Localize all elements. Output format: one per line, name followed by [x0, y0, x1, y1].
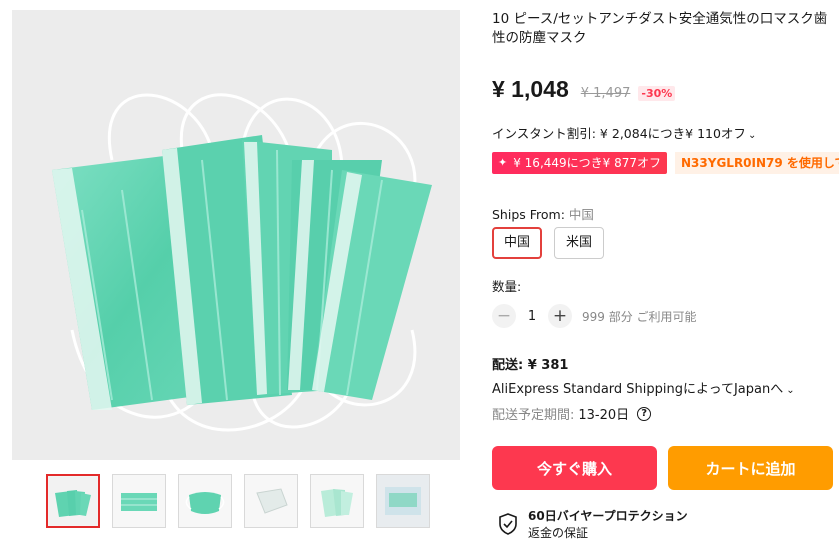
thumbnail-open-mask-icon — [179, 475, 231, 527]
protection-subtitle: 返金の保証 — [528, 526, 589, 540]
price-row: ¥ 1,048 ¥ 1,497 -30% — [492, 76, 676, 103]
protection-text: 60日バイヤープロテクション 返金の保証 — [528, 507, 688, 542]
thumbnail-5[interactable] — [310, 474, 364, 528]
ships-from-label: Ships From: 中国 — [492, 204, 594, 223]
delivery-value: 13-20日 — [578, 408, 630, 423]
thumbnail-package-icon — [377, 475, 429, 527]
help-circle-icon[interactable]: ? — [637, 406, 652, 421]
add-to-cart-button[interactable]: カートに追加 — [668, 446, 833, 490]
thumbnail-2[interactable] — [112, 474, 166, 528]
quantity-label: 数量: — [492, 279, 522, 294]
ship-option-usa[interactable]: 米国 — [554, 227, 605, 259]
thumbnail-strip — [46, 474, 430, 528]
ships-from-options: 中国 米国 — [492, 227, 605, 259]
delivery-estimate: 配送予定期間: 13-20日 ? — [492, 404, 652, 423]
shipping-method[interactable]: AliExpress Standard ShippingによってJapanへ ⌄ — [492, 378, 795, 397]
instant-discount[interactable]: インスタント割引: ¥ 2,084につき¥ 110オフ ⌄ — [492, 123, 756, 142]
coupon-row: ✦ ¥ 16,449につき¥ 877オフ N33YGLR0IN79 を使用して … — [492, 152, 839, 174]
thumbnail-1[interactable] — [46, 474, 100, 528]
shield-check-icon — [499, 513, 517, 535]
chevron-down-icon: ⌄ — [786, 385, 795, 396]
product-info-panel: 10 ピース/セットアンチダスト安全通気性の口マスク歯性の防塵マスク ¥ 1,0… — [492, 10, 839, 540]
quantity-minus-button[interactable]: − — [492, 304, 516, 328]
quantity-value[interactable]: 1 — [516, 309, 548, 324]
quantity-stepper: − 1 + 999 部分 ご利用可能 — [492, 304, 697, 328]
coupon-pill[interactable]: ✦ ¥ 16,449につき¥ 877オフ — [492, 152, 668, 174]
instant-discount-text: インスタント割引: ¥ 2,084につき¥ 110オフ — [492, 126, 746, 141]
product-title: 10 ピース/セットアンチダスト安全通気性の口マスク歯性の防塵マスク — [492, 11, 828, 46]
thumbnail-6[interactable] — [376, 474, 430, 528]
discount-badge: -30% — [638, 86, 676, 101]
chevron-down-icon: ⌄ — [747, 130, 757, 141]
ships-from-title: Ships From: — [492, 207, 565, 222]
thumbnail-4[interactable] — [244, 474, 298, 528]
delivery-label: 配送予定期間: — [492, 408, 575, 423]
original-price: ¥ 1,497 — [580, 86, 631, 101]
thumbnail-masks-icon — [49, 477, 97, 525]
quantity-available: 999 部分 ご利用可能 — [582, 309, 697, 324]
thumbnail-folded-mask-icon — [113, 475, 165, 527]
current-price: ¥ 1,048 — [492, 76, 569, 102]
shipping-method-text: AliExpress Standard ShippingによってJapanへ — [492, 382, 784, 397]
sparkle-icon: ✦ — [498, 156, 508, 169]
ships-from-value: 中国 — [568, 207, 594, 222]
coupon-code[interactable]: N33YGLR0IN79 を使用して ¥ — [675, 152, 839, 174]
thumbnail-white-mask-icon — [245, 475, 297, 527]
mask-product-illustration — [12, 10, 460, 460]
quantity-plus-button[interactable]: + — [548, 304, 572, 328]
coupon-text: ¥ 16,449につき¥ 877オフ — [513, 156, 662, 170]
thumbnail-pale-masks-icon — [311, 475, 363, 527]
main-product-image[interactable] — [12, 10, 460, 460]
buy-now-button[interactable]: 今すぐ購入 — [492, 446, 657, 490]
action-buttons: 今すぐ購入 カートに追加 — [492, 446, 833, 490]
thumbnail-3[interactable] — [178, 474, 232, 528]
ship-option-china[interactable]: 中国 — [492, 227, 543, 259]
shipping-cost: 配送: ¥ 381 — [492, 358, 569, 373]
buyer-protection[interactable]: 60日バイヤープロテクション 返金の保証 — [498, 507, 688, 542]
protection-title: 60日バイヤープロテクション — [528, 509, 688, 523]
